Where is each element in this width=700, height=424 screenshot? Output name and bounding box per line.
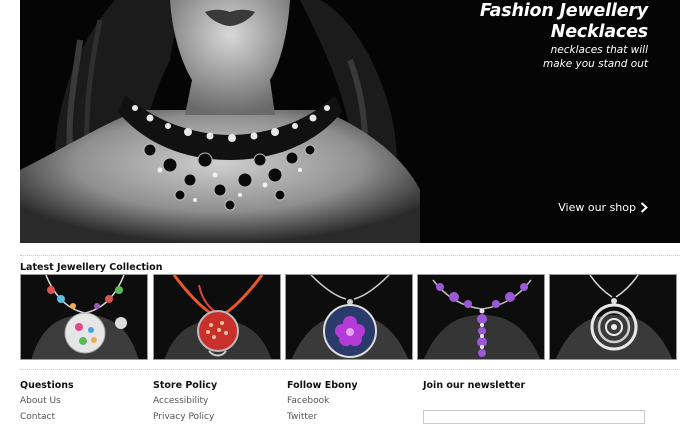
contact-link[interactable]: Contact [20, 410, 74, 424]
product-thumbnail-4[interactable] [417, 274, 545, 360]
product-image [154, 275, 280, 359]
view-shop-link[interactable]: View our shop [558, 201, 648, 214]
product-image [21, 275, 147, 359]
hero-title-line2: Necklaces [550, 22, 648, 42]
newsletter-email-input[interactable] [423, 410, 645, 424]
view-shop-label: View our shop [558, 201, 636, 214]
product-image [550, 275, 676, 359]
footer-newsletter: Join our newsletter [423, 380, 525, 392]
hero-subtitle-line2: make you stand out [542, 58, 648, 70]
section-divider [20, 255, 680, 256]
newsletter-heading: Join our newsletter [423, 380, 526, 391]
collection-title: Latest Jewellery Collection [20, 262, 163, 273]
about-us-link[interactable]: About Us [20, 394, 74, 408]
product-thumbnail-3[interactable] [285, 274, 413, 360]
hero-subtitle-line1: necklaces that will [550, 44, 648, 56]
footer-store-policy-heading: Store Policy [153, 380, 218, 391]
footer-follow: Follow Ebony Facebook Twitter [287, 380, 358, 424]
product-thumbnail-1[interactable] [20, 274, 148, 360]
product-image [286, 275, 412, 359]
product-thumbnail-2[interactable] [153, 274, 281, 360]
footer-questions-heading: Questions [20, 380, 74, 391]
product-thumbnail-5[interactable] [549, 274, 677, 360]
privacy-policy-link[interactable]: Privacy Policy [153, 410, 217, 424]
product-image [418, 275, 544, 359]
footer-follow-heading: Follow Ebony [287, 380, 358, 391]
footer-divider [20, 369, 680, 370]
footer-store-policy: Store Policy Accessibility Privacy Polic… [153, 380, 217, 424]
collection-thumbnails [20, 274, 680, 360]
chevron-right-icon [640, 202, 648, 213]
accessibility-link[interactable]: Accessibility [153, 394, 217, 408]
footer-questions: Questions About Us Contact [20, 380, 74, 424]
twitter-link[interactable]: Twitter [287, 410, 358, 424]
hero-heading-block: Fashion Jewellery Necklaces necklaces th… [480, 1, 648, 71]
hero-title-line1: Fashion Jewellery [479, 1, 648, 21]
hero-banner[interactable]: Fashion Jewellery Necklaces necklaces th… [20, 0, 680, 243]
facebook-link[interactable]: Facebook [287, 394, 358, 408]
